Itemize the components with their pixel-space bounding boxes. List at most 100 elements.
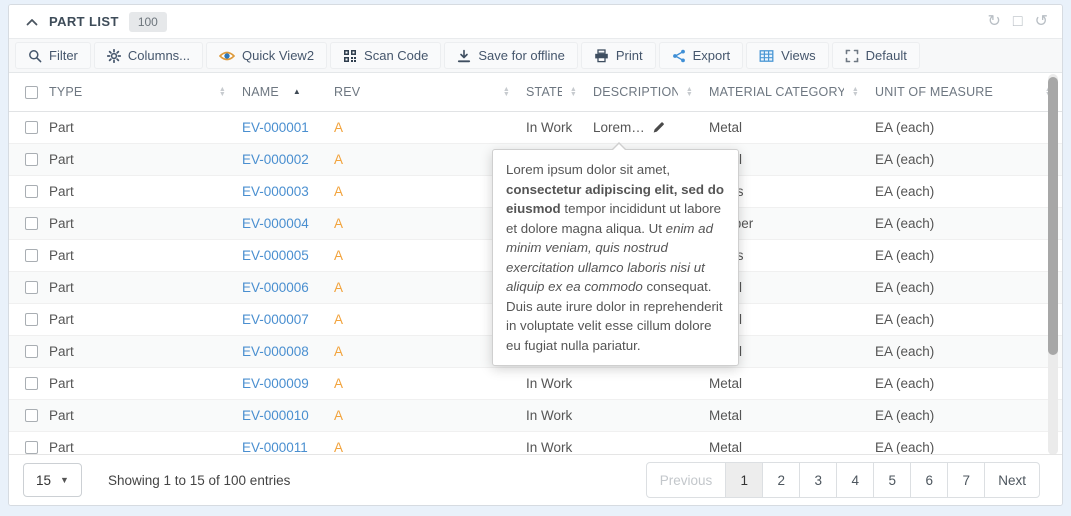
material-cell: Metal bbox=[703, 367, 869, 399]
sort-icon: ▲▼ bbox=[562, 87, 577, 97]
name-cell: EV-000007 bbox=[236, 303, 328, 335]
printer-icon bbox=[594, 49, 609, 63]
unit-cell: EA (each) bbox=[869, 367, 1062, 399]
toolbar: Filter Columns... Quick View2 Scan Code Save… bbox=[9, 39, 1062, 73]
row-checkbox[interactable] bbox=[25, 249, 38, 262]
undo-icon[interactable]: ↺ bbox=[1035, 14, 1048, 30]
scan-code-button[interactable]: Scan Code bbox=[330, 42, 441, 69]
print-button[interactable]: Print bbox=[581, 42, 656, 69]
row-checkbox[interactable] bbox=[25, 153, 38, 166]
type-cell: Part bbox=[43, 335, 236, 367]
description-cell bbox=[587, 399, 703, 431]
unit-cell: EA (each) bbox=[869, 175, 1062, 207]
part-name-link[interactable]: EV-000010 bbox=[242, 408, 309, 423]
name-cell: EV-000008 bbox=[236, 335, 328, 367]
showing-entries-text: Showing 1 to 15 of 100 entries bbox=[108, 473, 290, 488]
part-name-link[interactable]: EV-000006 bbox=[242, 280, 309, 295]
unit-cell: EA (each) bbox=[869, 239, 1062, 271]
page-button-previous[interactable]: Previous bbox=[646, 462, 727, 498]
toolbar-button-label: Default bbox=[866, 48, 907, 63]
part-name-link[interactable]: EV-000004 bbox=[242, 216, 309, 231]
toolbar-button-label: Columns... bbox=[128, 48, 190, 63]
sort-icon: ▲▼ bbox=[495, 87, 510, 97]
toolbar-button-label: Save for offline bbox=[478, 48, 564, 63]
page-button-2[interactable]: 2 bbox=[762, 462, 800, 498]
panel-header: PART LIST 100 ↻□↺ bbox=[9, 5, 1062, 39]
default-button[interactable]: Default bbox=[832, 42, 920, 69]
part-name-link[interactable]: EV-000001 bbox=[242, 120, 309, 135]
column-header-unit-of-measure[interactable]: UNIT OF MEASURE▲▼ bbox=[869, 73, 1062, 111]
row-checkbox[interactable] bbox=[25, 313, 38, 326]
columns-button[interactable]: Columns... bbox=[94, 42, 203, 69]
part-name-link[interactable]: EV-000009 bbox=[242, 376, 309, 391]
refresh-icon[interactable]: ↻ bbox=[988, 14, 1001, 30]
page-button-3[interactable]: 3 bbox=[799, 462, 837, 498]
vertical-scrollbar-track[interactable] bbox=[1048, 74, 1058, 454]
name-cell: EV-000003 bbox=[236, 175, 328, 207]
select-all-header-cell bbox=[9, 73, 43, 111]
window-icon[interactable]: □ bbox=[1013, 14, 1023, 30]
type-cell: Part bbox=[43, 399, 236, 431]
column-header-name[interactable]: NAME▲ bbox=[236, 73, 328, 111]
select-all-checkbox[interactable] bbox=[25, 86, 38, 99]
row-select-cell bbox=[9, 207, 43, 239]
page-button-4[interactable]: 4 bbox=[836, 462, 874, 498]
row-select-cell bbox=[9, 431, 43, 454]
page-button-1[interactable]: 1 bbox=[725, 462, 763, 498]
state-cell: In Work bbox=[520, 431, 587, 454]
part-name-link[interactable]: EV-000003 bbox=[242, 184, 309, 199]
row-checkbox[interactable] bbox=[25, 281, 38, 294]
name-cell: EV-000001 bbox=[236, 111, 328, 143]
page-button-next[interactable]: Next bbox=[984, 462, 1040, 498]
chevron-up-icon bbox=[26, 14, 38, 29]
column-header-state[interactable]: STATE▲▼ bbox=[520, 73, 587, 111]
part-name-link[interactable]: EV-000008 bbox=[242, 344, 309, 359]
collapse-panel-button[interactable] bbox=[23, 13, 41, 31]
row-checkbox[interactable] bbox=[25, 217, 38, 230]
column-header-material-category[interactable]: MATERIAL CATEGORY▲▼ bbox=[703, 73, 869, 111]
name-cell: EV-000006 bbox=[236, 271, 328, 303]
part-name-link[interactable]: EV-000007 bbox=[242, 312, 309, 327]
column-header-rev[interactable]: REV ▲▼ bbox=[328, 73, 520, 111]
export-button[interactable]: Export bbox=[659, 42, 744, 69]
row-select-cell bbox=[9, 303, 43, 335]
unit-cell: EA (each) bbox=[869, 207, 1062, 239]
row-checkbox[interactable] bbox=[25, 185, 38, 198]
name-cell: EV-000010 bbox=[236, 399, 328, 431]
quick-view-button[interactable]: Quick View2 bbox=[206, 42, 327, 69]
toolbar-button-label: Scan Code bbox=[364, 48, 428, 63]
state-cell: In Work bbox=[520, 111, 587, 143]
table-row: PartEV-000001AIn WorkLorem…MetalEA (each… bbox=[9, 111, 1062, 143]
part-name-link[interactable]: EV-000005 bbox=[242, 248, 309, 263]
description-cell bbox=[587, 367, 703, 399]
toolbar-button-label: Filter bbox=[49, 48, 78, 63]
views-button[interactable]: Views bbox=[746, 42, 828, 69]
edit-pencil-icon[interactable] bbox=[652, 121, 665, 134]
column-header-description[interactable]: DESCRIPTION▲▼ bbox=[587, 73, 703, 111]
material-cell: Metal bbox=[703, 399, 869, 431]
revision-value: A bbox=[334, 184, 343, 199]
page-button-5[interactable]: 5 bbox=[873, 462, 911, 498]
page-size-select[interactable]: 15 ▼ bbox=[23, 463, 82, 497]
row-checkbox[interactable] bbox=[25, 409, 38, 422]
part-name-link[interactable]: EV-000002 bbox=[242, 152, 309, 167]
tooltip-arrow bbox=[611, 142, 627, 150]
column-header-type[interactable]: TYPE▲▼ bbox=[43, 73, 236, 111]
page-button-6[interactable]: 6 bbox=[910, 462, 948, 498]
caret-down-icon: ▼ bbox=[60, 475, 69, 485]
save-offline-button[interactable]: Save for offline bbox=[444, 42, 577, 69]
column-label: REV bbox=[334, 85, 360, 99]
vertical-scrollbar-thumb[interactable] bbox=[1048, 77, 1058, 355]
row-checkbox[interactable] bbox=[25, 121, 38, 134]
row-checkbox[interactable] bbox=[25, 441, 38, 454]
row-checkbox[interactable] bbox=[25, 377, 38, 390]
part-name-link[interactable]: EV-000011 bbox=[242, 440, 308, 455]
column-label: UNIT OF MEASURE bbox=[875, 85, 993, 99]
page-button-7[interactable]: 7 bbox=[947, 462, 985, 498]
row-select-cell bbox=[9, 367, 43, 399]
rev-cell: A bbox=[328, 111, 520, 143]
row-checkbox[interactable] bbox=[25, 345, 38, 358]
filter-button[interactable]: Filter bbox=[15, 42, 91, 69]
unit-cell: EA (each) bbox=[869, 335, 1062, 367]
row-select-cell bbox=[9, 335, 43, 367]
